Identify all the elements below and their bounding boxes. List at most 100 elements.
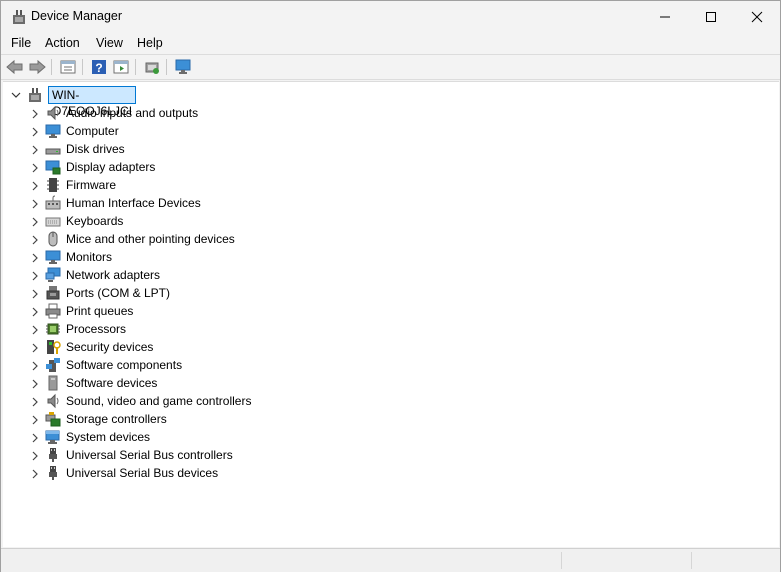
chevron-right-icon[interactable]: [31, 343, 39, 353]
chevron-right-icon[interactable]: [31, 433, 39, 443]
chevron-right-icon[interactable]: [31, 109, 39, 119]
tree-node-label: Monitors: [66, 250, 113, 264]
tree-node-label: Software components: [66, 358, 183, 372]
chevron-right-icon[interactable]: [31, 181, 39, 191]
tree-node-label: Human Interface Devices: [66, 196, 201, 210]
view-icon: [113, 60, 129, 74]
tree-node[interactable]: Ports (COM & LPT): [31, 284, 731, 302]
tree-node-label: Disk drives: [66, 142, 125, 156]
security-device-icon: [45, 339, 61, 355]
chevron-right-icon[interactable]: [31, 325, 39, 335]
toolbar-separator: [51, 59, 52, 75]
chevron-right-icon[interactable]: [31, 127, 39, 137]
tree-node-label: Software devices: [66, 376, 158, 390]
help-icon: ?: [92, 60, 106, 75]
status-bar: [1, 548, 780, 572]
chevron-right-icon[interactable]: [31, 451, 39, 461]
maximize-button[interactable]: [688, 1, 734, 32]
tree-node[interactable]: Display adapters: [31, 158, 731, 176]
device-tree[interactable]: WIN-O7EOOJ6LJCI Audio inputs and outputs…: [3, 81, 779, 547]
tree-node-label: Network adapters: [66, 268, 161, 282]
back-button[interactable]: [5, 57, 25, 77]
menu-help[interactable]: Help: [137, 36, 163, 50]
tree-root-label[interactable]: WIN-O7EOOJ6LJCI: [48, 86, 137, 118]
firmware-chip-icon: [45, 177, 61, 193]
tree-node[interactable]: Network adapters: [31, 266, 731, 284]
menu-action[interactable]: Action: [45, 36, 80, 50]
tree-node-label: Universal Serial Bus devices: [66, 466, 219, 480]
chevron-right-icon[interactable]: [31, 469, 39, 479]
tree-node[interactable]: Mice and other pointing devices: [31, 230, 731, 248]
computer-network-icon: [29, 88, 41, 102]
tree-node[interactable]: Computer: [31, 122, 731, 140]
close-icon: [751, 11, 763, 22]
system-device-icon: [45, 429, 61, 445]
tree-node[interactable]: Disk drives: [31, 140, 731, 158]
chevron-right-icon[interactable]: [31, 307, 39, 317]
view-button[interactable]: [111, 57, 131, 77]
properties-button[interactable]: [58, 57, 78, 77]
menu-view[interactable]: View: [96, 36, 123, 50]
chevron-right-icon[interactable]: [31, 361, 39, 371]
minimize-button[interactable]: [642, 1, 688, 32]
scan-hardware-button[interactable]: [142, 57, 162, 77]
tree-node[interactable]: Human Interface Devices: [31, 194, 731, 212]
tree-node-label: Security devices: [66, 340, 154, 354]
chevron-right-icon[interactable]: [31, 397, 39, 407]
toolbar-separator: [166, 59, 167, 75]
tree-node[interactable]: Sound, video and game controllers: [31, 392, 731, 410]
processor-icon: [45, 321, 61, 337]
device-manager-icon: [13, 10, 25, 24]
software-component-icon: [45, 357, 61, 373]
tree-node[interactable]: System devices: [31, 428, 731, 446]
tree-node[interactable]: Security devices: [31, 338, 731, 356]
display-adapter-icon: [45, 159, 61, 175]
tree-node-label: Processors: [66, 322, 127, 336]
tree-node[interactable]: Audio inputs and outputs: [31, 104, 731, 122]
forward-button[interactable]: [27, 57, 47, 77]
tree-node[interactable]: Storage controllers: [31, 410, 731, 428]
toolbar-separator: [82, 59, 83, 75]
chevron-right-icon[interactable]: [31, 217, 39, 227]
menu-file[interactable]: File: [11, 36, 31, 50]
chevron-right-icon[interactable]: [31, 235, 39, 245]
chevron-right-icon[interactable]: [31, 163, 39, 173]
tree-node-label: Universal Serial Bus controllers: [66, 448, 233, 462]
chevron-right-icon[interactable]: [31, 199, 39, 209]
mouse-icon: [45, 231, 61, 247]
help-button[interactable]: ?: [89, 57, 109, 77]
tree-node[interactable]: Software components: [31, 356, 731, 374]
tree-node-label: Mice and other pointing devices: [66, 232, 235, 246]
monitor-icon: [45, 249, 61, 265]
tree-node[interactable]: Firmware: [31, 176, 731, 194]
chevron-right-icon[interactable]: [31, 253, 39, 263]
tree-node[interactable]: Monitors: [31, 248, 731, 266]
chevron-right-icon[interactable]: [31, 415, 39, 425]
tree-node[interactable]: Universal Serial Bus controllers: [31, 446, 731, 464]
computer-button[interactable]: [173, 57, 193, 77]
title-bar[interactable]: Device Manager: [1, 1, 780, 32]
speaker-icon: [45, 105, 61, 121]
toolbar: ?: [1, 55, 780, 80]
chevron-right-icon[interactable]: [31, 379, 39, 389]
software-device-icon: [45, 375, 61, 391]
tree-node-label: Ports (COM & LPT): [66, 286, 171, 300]
usb-icon: [45, 465, 61, 481]
close-button[interactable]: [734, 1, 780, 32]
tree-node[interactable]: Print queues: [31, 302, 731, 320]
tree-node[interactable]: Keyboards: [31, 212, 731, 230]
forward-icon: [29, 59, 46, 75]
properties-icon: [60, 60, 76, 74]
chevron-right-icon[interactable]: [31, 145, 39, 155]
chevron-down-icon[interactable]: [11, 90, 21, 100]
computer-icon: [175, 59, 191, 74]
printer-icon: [45, 303, 61, 319]
tree-node[interactable]: Processors: [31, 320, 731, 338]
tree-node-label: Storage controllers: [66, 412, 167, 426]
device-manager-window: Device Manager File Action View Help ? W…: [0, 0, 781, 572]
scan-hardware-icon: [145, 62, 159, 74]
tree-node[interactable]: Software devices: [31, 374, 731, 392]
tree-node[interactable]: Universal Serial Bus devices: [31, 464, 731, 482]
chevron-right-icon[interactable]: [31, 289, 39, 299]
chevron-right-icon[interactable]: [31, 271, 39, 281]
